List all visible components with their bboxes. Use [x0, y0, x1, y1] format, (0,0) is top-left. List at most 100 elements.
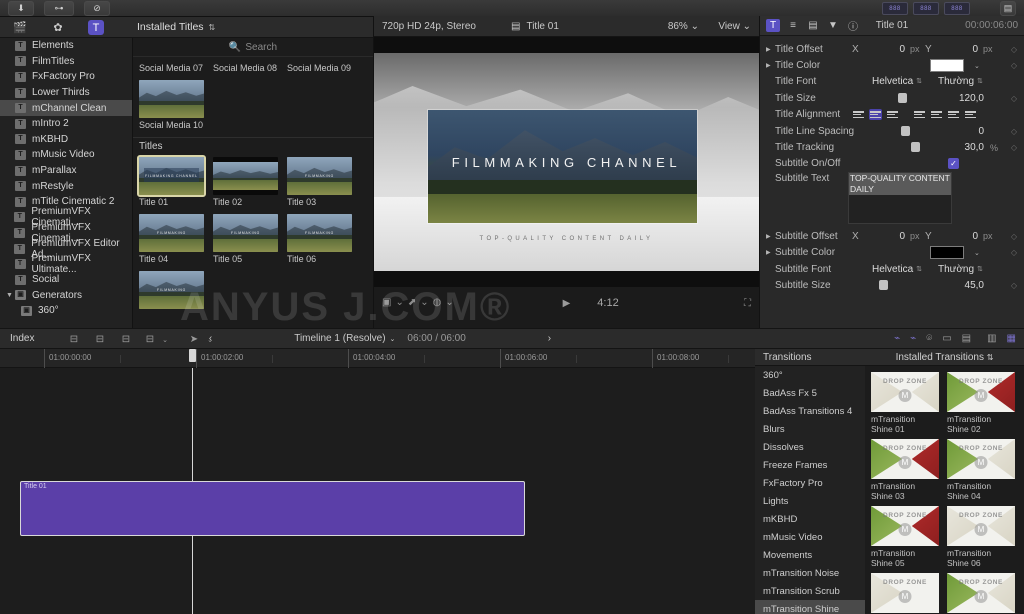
sidebar-item-fxfactory-pro[interactable]: T FxFactory Pro	[0, 69, 132, 85]
transition-thumbnail[interactable]: DROP ZONE M	[871, 573, 939, 613]
transition-category-360-[interactable]: 360°	[755, 366, 865, 384]
color-swatch[interactable]	[930, 246, 964, 260]
param-value[interactable]: 30,0	[956, 142, 984, 153]
transition-item[interactable]: DROP ZONE M	[871, 573, 939, 614]
viewer-view-menu[interactable]: View ⌄	[718, 21, 751, 32]
transition-item[interactable]: DROP ZONE MmTransition Shine 03	[871, 439, 939, 504]
transition-category-fxfactory-pro[interactable]: FxFactory Pro	[755, 474, 865, 492]
transition-item[interactable]: DROP ZONE MmTransition Shine 04	[947, 439, 1015, 504]
installed-transitions-menu[interactable]: Installed Transitions ⇅	[865, 352, 1024, 363]
color-swatch[interactable]	[930, 59, 964, 73]
transition-category-lights[interactable]: Lights	[755, 492, 865, 510]
transition-item[interactable]: DROP ZONE MmTransition Shine 05	[871, 506, 939, 571]
list-item[interactable]: FILMMAKING Title 06	[287, 214, 352, 269]
font-style-menu[interactable]: Thường ⇅	[938, 264, 983, 275]
list-item[interactable]: FILMMAKING Title 04	[139, 214, 204, 269]
transition-category-dissolves[interactable]: Dissolves	[755, 438, 865, 456]
list-item[interactable]: FILMMAKING Title 03	[287, 157, 352, 212]
align-option-5[interactable]	[947, 109, 960, 120]
thumbnail[interactable]: FILMMAKING CHANNEL	[137, 155, 206, 197]
disclosure-triangle-icon[interactable]: ▶	[766, 233, 775, 240]
transition-category-movements[interactable]: Movements	[755, 546, 865, 564]
slider-knob[interactable]	[900, 125, 910, 136]
transition-item[interactable]: DROP ZONE MmTransition Shine 06	[947, 506, 1015, 571]
list-item[interactable]: FILMMAKING Title 05	[213, 214, 278, 269]
installed-titles-menu[interactable]: Installed Titles ⇅	[137, 21, 215, 33]
transition-thumbnail[interactable]: DROP ZONE M	[871, 439, 939, 479]
search-input[interactable]: Search	[245, 42, 277, 53]
viewer-zoom-menu[interactable]: 86% ⌄	[668, 21, 699, 32]
next-button[interactable]: ›	[548, 333, 551, 344]
thumbnail[interactable]: FILMMAKING	[213, 214, 278, 252]
sidebar-item-mintro-2[interactable]: TmIntro 2	[0, 116, 132, 132]
play-button[interactable]: ▶	[563, 298, 571, 309]
viewer-canvas-area[interactable]: FILMMAKING CHANNEL TOP-QUALITY CONTENT D…	[374, 37, 759, 287]
transition-thumbnail[interactable]: DROP ZONE M	[947, 506, 1015, 546]
transition-thumbnail[interactable]: DROP ZONE M	[947, 439, 1015, 479]
keyframe-icon[interactable]: ◇	[1011, 61, 1017, 70]
x-value[interactable]: 0	[883, 231, 905, 242]
effects-icon[interactable]: ✿	[50, 20, 66, 35]
align-option-2[interactable]	[886, 109, 899, 120]
transition-category-freeze-frames[interactable]: Freeze Frames	[755, 456, 865, 474]
library-sidebar[interactable]: T Elements T FilmTitles T FxFactory Pro T Lower…	[0, 38, 133, 328]
layout-button[interactable]: ▤	[1000, 1, 1016, 16]
index-panel-icon[interactable]: ▥	[987, 333, 996, 344]
disclosure-triangle-icon[interactable]: ▶	[766, 249, 775, 256]
browser-toggle-icon[interactable]: ▦	[1007, 333, 1016, 344]
transition-category-mtransition-noise[interactable]: mTransition Noise	[755, 564, 865, 582]
transition-item[interactable]: DROP ZONE MmTransition Shine 01	[871, 372, 939, 437]
align-option-6[interactable]	[964, 109, 977, 120]
thumbnail[interactable]: FILMMAKING	[287, 157, 352, 195]
transition-item[interactable]: DROP ZONE MmTransition Shine 02	[947, 372, 1015, 437]
chevron-down-icon[interactable]: ⌄	[974, 62, 980, 70]
timeline-clip[interactable]: Title 01	[20, 481, 525, 536]
param-value[interactable]: 120,0	[956, 93, 984, 104]
thumbnail[interactable]: FILMMAKING	[139, 214, 204, 252]
transitions-grid[interactable]: DROP ZONE MmTransition Shine 01 DROP ZONE M…	[865, 366, 1024, 614]
effects-tool-icon[interactable]: ◍	[433, 297, 442, 308]
audio-meter-icon[interactable]: ⌁	[894, 333, 900, 344]
crop-tool-icon[interactable]: ▣	[382, 297, 391, 308]
sidebar-item-premiumvfx-ultimate[interactable]: T PremiumVFX Ultimate...	[0, 253, 132, 275]
chevron-down-icon[interactable]: ⌄	[420, 297, 428, 308]
list-item[interactable]: Title 02	[213, 157, 278, 212]
clip-height-icon[interactable]: ▤	[962, 333, 971, 344]
sidebar-item-filmtitles[interactable]: T FilmTitles	[0, 54, 132, 70]
timeline-ruler[interactable]: 01:00:00:00 01:00:02:00 01:00:04:00 01:00:0…	[0, 349, 755, 368]
transition-category-badass-transitions-4[interactable]: BadAss Transitions 4	[755, 402, 865, 420]
playhead-handle[interactable]	[189, 349, 196, 362]
align-option-0[interactable]	[852, 109, 865, 120]
browser-search-bar[interactable]: 🔍 Search	[133, 38, 373, 57]
transition-thumbnail[interactable]: DROP ZONE M	[871, 372, 939, 412]
sidebar-item-mmusic-video[interactable]: TmMusic Video	[0, 147, 132, 163]
thumbnail[interactable]: FILMMAKING	[139, 271, 204, 309]
param-value[interactable]: 45,0	[956, 280, 984, 291]
timeline-track-area[interactable]: Title 01	[0, 368, 755, 614]
chevron-down-icon[interactable]: ⌄	[390, 335, 396, 343]
fullscreen-button[interactable]: ⛶	[744, 298, 751, 309]
transition-category-mmusic-video[interactable]: mMusic Video	[755, 528, 865, 546]
transition-category-blurs[interactable]: Blurs	[755, 420, 865, 438]
keyframe-icon[interactable]: ◇	[1011, 281, 1017, 290]
align-option-1[interactable]	[869, 109, 882, 121]
transition-thumbnail[interactable]: DROP ZONE M	[947, 573, 1015, 613]
font-style-menu[interactable]: Thường ⇅	[938, 76, 983, 87]
disclosure-triangle-icon[interactable]: ▶	[766, 46, 775, 53]
transitions-category-list[interactable]: 360° BadAss Fx 5 BadAss Transitions 4 Blurs…	[755, 366, 865, 614]
keychain-button[interactable]: ⊶	[44, 1, 74, 16]
thumbnail[interactable]	[213, 157, 278, 195]
y-value[interactable]: 0	[956, 231, 978, 242]
chevron-down-icon[interactable]: ⌄	[395, 297, 403, 308]
headphones-icon[interactable]: ⌾	[926, 333, 932, 344]
transform-tool-icon[interactable]: ⬈	[408, 297, 416, 308]
sidebar-item-360[interactable]: ▣ 360°	[0, 303, 132, 319]
list-item[interactable]: FILMMAKING CHANNEL Title 01	[137, 155, 206, 212]
transition-category-badass-fx-5[interactable]: BadAss Fx 5	[755, 384, 865, 402]
keyframe-icon[interactable]: ◇	[1011, 45, 1017, 54]
sidebar-item-mchannel-clean[interactable]: TmChannel Clean	[0, 100, 132, 116]
media-import-icon[interactable]: 🎬	[12, 20, 28, 35]
transition-thumbnail[interactable]: DROP ZONE M	[871, 506, 939, 546]
chevron-down-icon[interactable]: ⌄	[974, 249, 980, 257]
list-item[interactable]: FILMMAKING	[139, 271, 204, 309]
